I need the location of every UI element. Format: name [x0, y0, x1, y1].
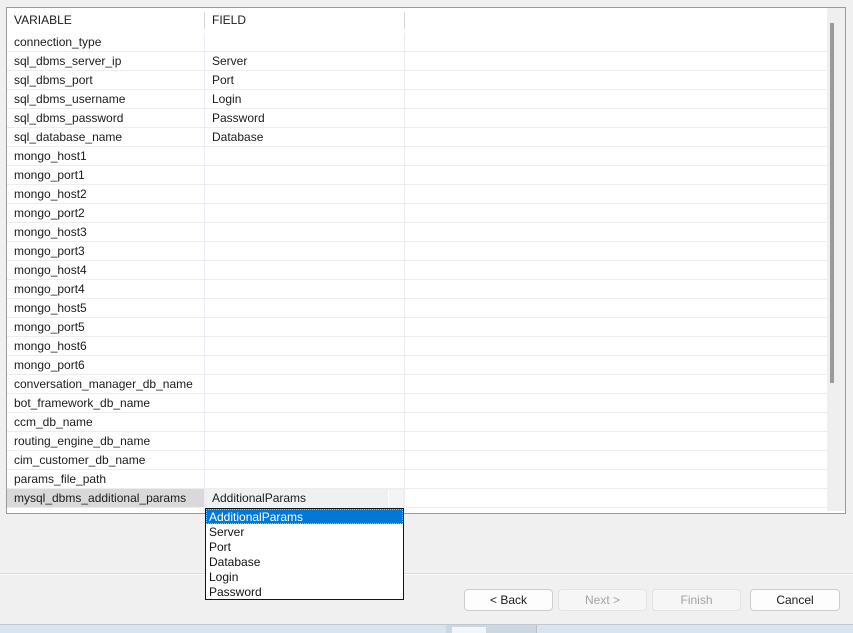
body-column-separator [204, 33, 205, 509]
variable-cell: mongo_host6 [14, 339, 87, 353]
variable-cell: bot_framework_db_name [14, 396, 150, 410]
combobox-value: AdditionalParams [212, 491, 306, 505]
vertical-scrollbar[interactable] [827, 8, 845, 511]
dropdown-option[interactable]: Port [206, 539, 403, 554]
table-row[interactable]: conversation_manager_db_name [7, 375, 827, 394]
table-row[interactable]: ccm_db_name [7, 413, 827, 432]
dropdown-option[interactable]: Server [206, 524, 403, 539]
variable-cell: routing_engine_db_name [14, 434, 150, 448]
variable-cell: sql_dbms_port [14, 73, 93, 87]
next-button[interactable]: Next > [558, 589, 647, 611]
table-row[interactable]: mongo_host4 [7, 261, 827, 280]
combobox-dropdown-button[interactable] [388, 490, 403, 507]
variable-cell: sql_database_name [14, 130, 122, 144]
header-column-separator [204, 12, 205, 29]
field-cell: Password [212, 111, 265, 125]
variable-cell: mongo_host4 [14, 263, 87, 277]
table-row[interactable]: sql_dbms_port Port [7, 71, 827, 90]
back-button[interactable]: < Back [464, 589, 553, 611]
variable-cell: mongo_host1 [14, 149, 87, 163]
variable-cell: mongo_host5 [14, 301, 87, 315]
table-row[interactable]: mongo_port5 [7, 318, 827, 337]
cancel-button[interactable]: Cancel [750, 589, 840, 611]
variable-cell: sql_dbms_password [14, 111, 123, 125]
dropdown-option[interactable]: Login [206, 569, 403, 584]
table-row[interactable]: mongo_port2 [7, 204, 827, 223]
dropdown-option[interactable]: Database [206, 554, 403, 569]
variable-cell: sql_dbms_username [14, 92, 125, 106]
field-cell: Server [212, 54, 247, 68]
table-row[interactable]: mongo_port1 [7, 166, 827, 185]
variable-cell: ccm_db_name [14, 415, 93, 429]
variable-cell: sql_dbms_server_ip [14, 54, 121, 68]
table-row[interactable]: mongo_host5 [7, 299, 827, 318]
variable-cell: mongo_port3 [14, 244, 85, 258]
table-row[interactable]: params_file_path [7, 470, 827, 489]
variable-cell: params_file_path [14, 472, 106, 486]
variable-cell: mongo_host2 [14, 187, 87, 201]
variable-cell: mongo_port6 [14, 358, 85, 372]
variable-cell: connection_type [14, 35, 101, 49]
field-cell: Database [212, 130, 263, 144]
field-cell: Port [212, 73, 234, 87]
table-row[interactable]: mongo_port6 [7, 356, 827, 375]
variable-cell: cim_customer_db_name [14, 453, 145, 467]
table-row[interactable]: mongo_host6 [7, 337, 827, 356]
dropdown-option[interactable]: Password [206, 584, 403, 599]
table-row[interactable]: sql_dbms_username Login [7, 90, 827, 109]
grid-body: connection_type sql_dbms_server_ip Serve… [7, 33, 827, 508]
field-cell: Login [212, 92, 241, 106]
taskbar-button [452, 627, 486, 633]
field-combobox[interactable]: AdditionalParams [205, 489, 404, 508]
variable-cell: mysql_dbms_additional_params [14, 491, 186, 505]
table-row[interactable]: mongo_port3 [7, 242, 827, 261]
variable-cell: mongo_port1 [14, 168, 85, 182]
table-row[interactable]: cim_customer_db_name [7, 451, 827, 470]
variable-cell: mongo_host3 [14, 225, 87, 239]
table-row[interactable]: mysql_dbms_additional_params [7, 489, 827, 508]
table-row[interactable]: routing_engine_db_name [7, 432, 827, 451]
table-row[interactable]: sql_dbms_password Password [7, 109, 827, 128]
table-row[interactable]: mongo_host1 [7, 147, 827, 166]
table-row[interactable]: bot_framework_db_name [7, 394, 827, 413]
variable-cell: mongo_port4 [14, 282, 85, 296]
variable-cell: mongo_port2 [14, 206, 85, 220]
table-row[interactable]: mongo_port4 [7, 280, 827, 299]
variable-cell: mongo_port5 [14, 320, 85, 334]
table-row[interactable]: sql_database_name Database [7, 128, 827, 147]
table-row[interactable]: mongo_host2 [7, 185, 827, 204]
table-row[interactable]: mongo_host3 [7, 223, 827, 242]
column-header-field: FIELD [212, 13, 246, 27]
column-header-variable: VARIABLE [14, 13, 72, 27]
table-row[interactable]: connection_type [7, 33, 827, 52]
dropdown-option[interactable]: AdditionalParams [206, 509, 403, 524]
table-row[interactable]: sql_dbms_server_ip Server [7, 52, 827, 71]
header-column-separator [404, 12, 405, 29]
grid-header-row: VARIABLE FIELD [7, 8, 827, 33]
variable-field-grid: VARIABLE FIELD connection_type sql_dbms_… [6, 7, 846, 514]
scrollbar-thumb[interactable] [830, 23, 834, 383]
footer-divider-highlight [0, 574, 853, 575]
combobox-dropdown-list: AdditionalParamsServerPortDatabaseLoginP… [205, 508, 404, 600]
body-column-separator [404, 33, 405, 509]
finish-button[interactable]: Finish [652, 589, 741, 611]
variable-cell: conversation_manager_db_name [14, 377, 193, 391]
